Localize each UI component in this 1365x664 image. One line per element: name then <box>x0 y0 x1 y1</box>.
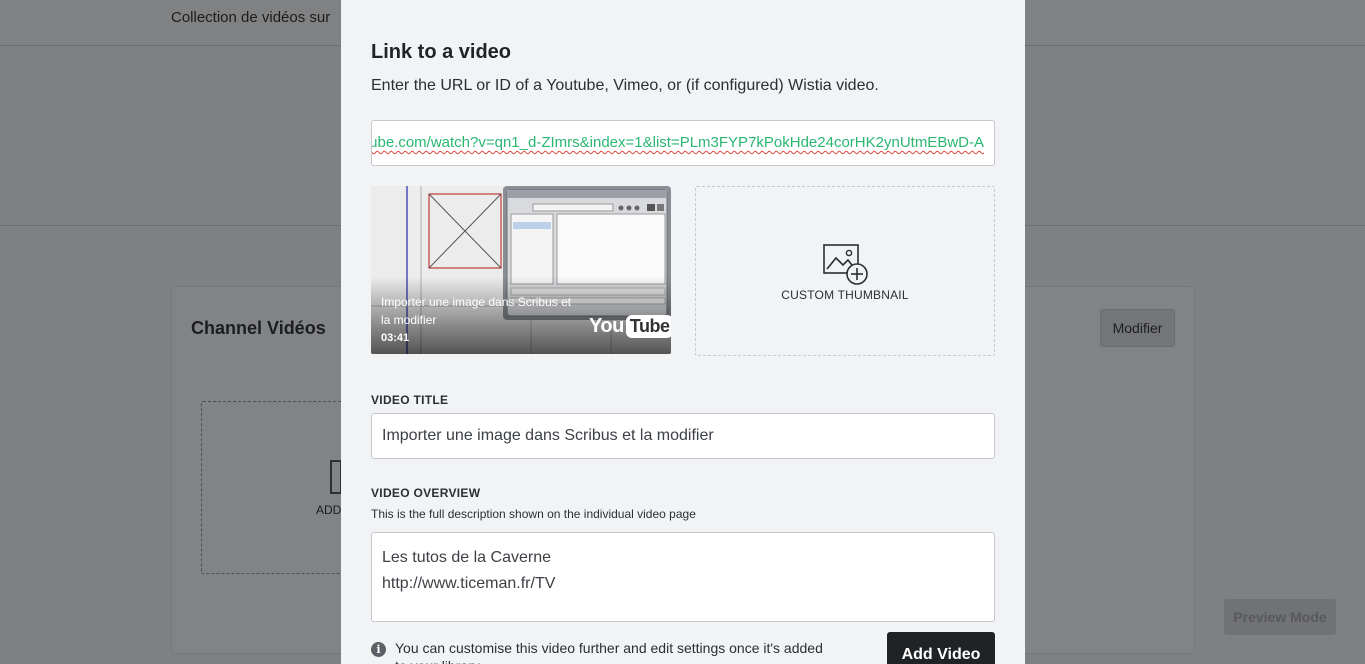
preview-mode-button[interactable]: Preview Mode <box>1224 599 1336 635</box>
video-overview-textarea[interactable]: Les tutos de la Caverne http://www.ticem… <box>371 532 995 622</box>
youtube-logo-icon: You Tube <box>589 312 671 340</box>
add-video-label: ADD <box>316 503 342 517</box>
video-thumbnail[interactable]: Importer une image dans Scribus et la mo… <box>371 186 671 354</box>
overview-line: http://www.ticeman.fr/TV <box>382 575 556 592</box>
add-video-button[interactable]: Add Video <box>887 632 995 664</box>
channel-card-title: Channel Vidéos <box>191 318 326 338</box>
link-video-modal: Link to a video Enter the URL or ID of a… <box>341 0 1025 664</box>
overview-line: Les tutos de la Caverne <box>382 549 551 566</box>
custom-thumbnail-label: CUSTOM THUMBNAIL <box>781 288 909 302</box>
video-url-value: https://www.youtube.com/watch?v=qn1_d-ZI… <box>371 134 984 151</box>
video-url-input[interactable]: https://www.youtube.com/watch?v=qn1_d-ZI… <box>371 120 995 166</box>
modify-button[interactable]: Modifier <box>1100 309 1175 347</box>
video-title-input[interactable]: Importer une image dans Scribus et la mo… <box>371 413 995 459</box>
youtube-logo-tube: Tube <box>625 314 671 338</box>
video-overview-help: This is the full description shown on th… <box>371 507 696 521</box>
modal-description: Enter the URL or ID of a Youtube, Vimeo,… <box>371 77 879 94</box>
modal-title: Link to a video <box>371 41 512 63</box>
video-overview-label: VIDEO OVERVIEW <box>371 486 481 500</box>
custom-thumbnail-dropzone[interactable]: CUSTOM THUMBNAIL <box>695 186 995 356</box>
thumbnail-title: Importer une image dans Scribus et la mo… <box>381 295 572 327</box>
info-icon: i <box>371 642 386 657</box>
image-add-icon <box>823 244 868 285</box>
customise-note: You can customise this video further and… <box>395 640 823 664</box>
thumbnail-duration: 03:41 <box>381 332 410 344</box>
page-subtitle: Collection de vidéos sur <box>171 9 331 26</box>
youtube-logo-you: You <box>589 314 624 337</box>
video-title-label: VIDEO TITLE <box>371 393 449 407</box>
